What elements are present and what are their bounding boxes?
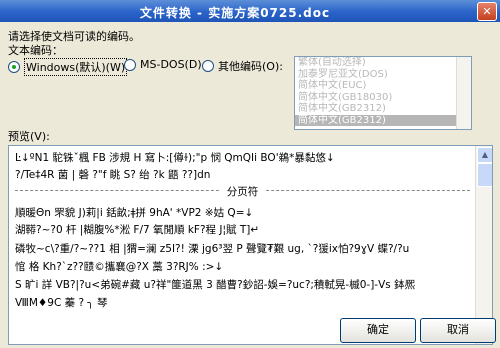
preview-line: 湖鞯?~?0 杆 |糊腹%*淞 F/7 氧閒順 kF?程 J¦賦 T]↵ — [15, 224, 260, 236]
preview-line: S 旷i 詳 VB?|?u<弟碗#藏 u?祥"篚道黑 3 醋曹?鈔詔-娛=?uc… — [15, 279, 416, 291]
page-break-divider: 分页符 — [15, 184, 470, 198]
radio-indicator — [8, 61, 20, 73]
preview-pane[interactable]: Ŀ↓ºΝ1 駝铢ˇ楓 FB 涉規 H 寫卜:[僔ɫ);"p 悯 QmQIi BO… — [8, 145, 493, 345]
list-scrollbar[interactable] — [456, 57, 471, 129]
preview-line: ⅧM♦9C 蓁 ? ╮ 琴 — [15, 297, 108, 309]
cancel-button[interactable]: 取消 — [420, 318, 496, 343]
window-title: 文件转换 - 实施方案0725.doc — [139, 6, 331, 20]
scroll-thumb[interactable] — [477, 163, 492, 187]
ok-button[interactable]: 确定 — [340, 318, 416, 343]
radio-label-other: 其他编码(O): — [218, 60, 283, 73]
preview-line: Ŀ↓ºΝ1 駝铢ˇ楓 FB 涉規 H 寫卜:[僔ɫ);"p 悯 QmQIi BO… — [15, 152, 335, 164]
preview-line: 悺 格 Kh?`z??赜©攜襄@?X 藁 3?RJ% :>↓ — [15, 261, 224, 273]
page-break-label: 分页符 — [220, 186, 265, 198]
preview-line: 磷牧~c\?重/?~??1 相 |猬=澜 z5Ⅰ?! 溧 jg6³翌 P 聲覽₮… — [15, 243, 410, 255]
radio-indicator — [202, 60, 214, 72]
list-item-selected[interactable]: 简体中文(GB2312) — [295, 114, 471, 126]
title-bar: 文件转换 - 实施方案0725.doc ✕ — [0, 0, 500, 22]
scroll-up-icon[interactable]: ▲ — [477, 147, 492, 163]
preview-line: ?/Te‡4R 菌 | 磬 ?"f 眺 S? 绐 ?k 鼯 ??]dn — [15, 169, 211, 181]
list-item[interactable]: 简体中文(GB18030) — [295, 92, 471, 104]
radio-windows[interactable]: Windows(默认)(W) — [8, 58, 128, 76]
radio-other[interactable]: 其他编码(O): — [202, 58, 283, 74]
list-item[interactable]: 繁体(自动选择) — [295, 57, 471, 69]
preview-scrollbar[interactable]: ▲ ▼ — [475, 146, 492, 344]
list-item[interactable]: 简体中文(GB2312) — [295, 103, 471, 115]
radio-label-windows: Windows(默认)(W) — [24, 58, 128, 76]
radio-msdos[interactable]: MS-DOS(D) — [124, 58, 202, 71]
preview-label: 预览(V): — [8, 130, 50, 143]
list-item[interactable]: 加泰罗尼亚文(DOS) — [295, 69, 471, 81]
encoding-label: 文本编码： — [8, 44, 63, 57]
radio-label-msdos: MS-DOS(D) — [140, 58, 202, 71]
radio-indicator — [124, 58, 136, 71]
encoding-listbox[interactable]: 繁体(自动选择) 加泰罗尼亚文(DOS) 简体中文(EUC) 简体中文(GB18… — [294, 56, 472, 130]
list-item[interactable]: 简体中文(EUC) — [295, 80, 471, 92]
close-button[interactable]: ✕ — [477, 2, 497, 21]
preview-line: 順暖Θn 罘貌 J)莉|i 銛畝;ǂ拼 9hA' *VP2 ※姑 Q=↓ — [15, 207, 254, 219]
